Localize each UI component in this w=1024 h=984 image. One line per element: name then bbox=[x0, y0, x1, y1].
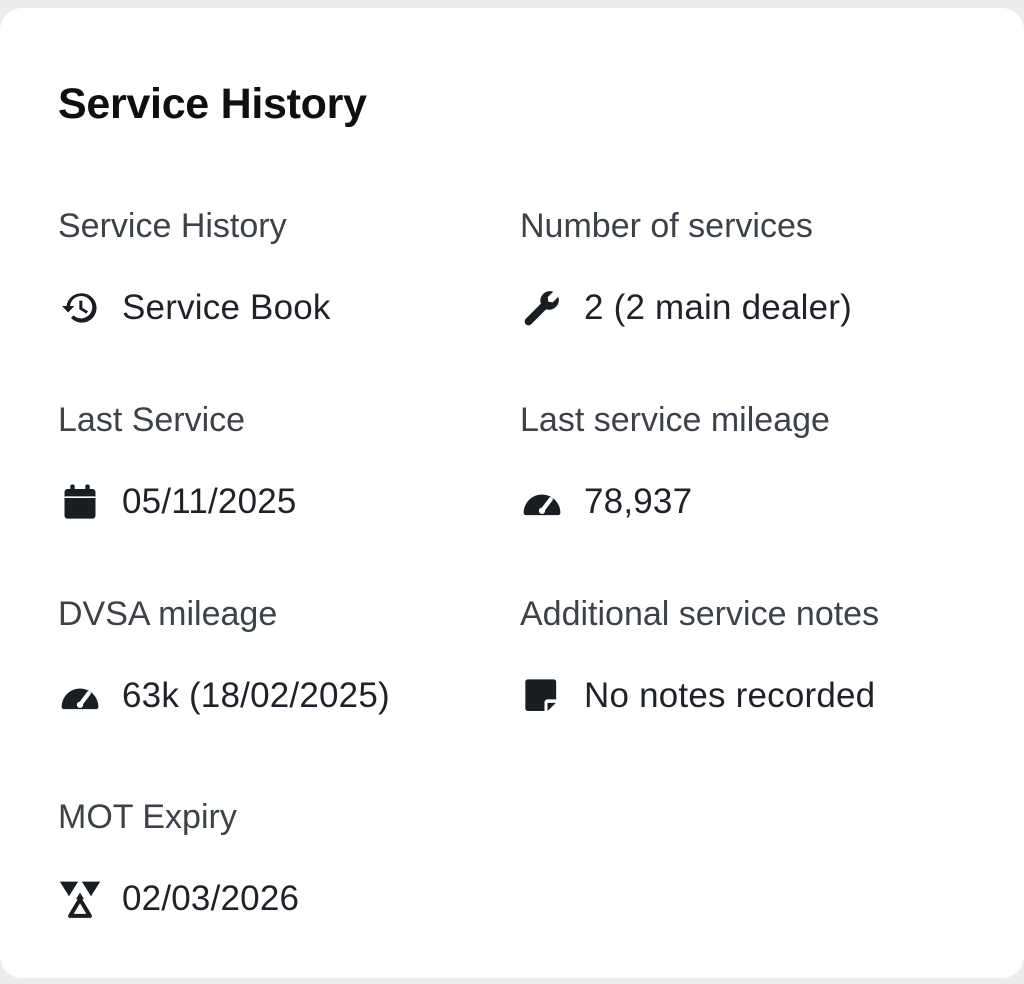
field-value: 2 (2 main dealer) bbox=[584, 288, 852, 327]
field-value: 63k (18/02/2025) bbox=[122, 676, 390, 715]
field-label: DVSA mileage bbox=[58, 595, 278, 633]
field-last-service: Last Service 05/11/2025 bbox=[58, 400, 498, 524]
field-value-row: 02/03/2026 bbox=[58, 877, 498, 921]
mot-triangles-icon bbox=[58, 877, 102, 921]
field-value-row: 63k (18/02/2025) bbox=[58, 674, 498, 718]
sticky-note-icon bbox=[520, 674, 564, 718]
field-label: Last Service bbox=[58, 401, 246, 439]
field-value: 78,937 bbox=[584, 482, 693, 521]
field-label: Service History bbox=[58, 207, 287, 245]
field-dvsa-mileage: DVSA mileage 63k (18/02/2025) bbox=[58, 594, 498, 718]
field-label: Last service mileage bbox=[520, 401, 830, 439]
field-value-row: Service Book bbox=[58, 286, 498, 330]
history-icon bbox=[58, 286, 102, 330]
speedometer-icon bbox=[520, 480, 564, 524]
field-value-row: 05/11/2025 bbox=[58, 480, 498, 524]
field-value: 05/11/2025 bbox=[122, 482, 297, 521]
field-value-row: No notes recorded bbox=[520, 674, 960, 718]
field-value: No notes recorded bbox=[584, 676, 876, 715]
speedometer-icon bbox=[58, 674, 102, 718]
wrench-icon bbox=[520, 286, 564, 330]
field-number-of-services: Number of services 2 (2 main dealer) bbox=[520, 206, 960, 330]
field-value-row: 2 (2 main dealer) bbox=[520, 286, 960, 330]
service-history-card: Service History Service History Service … bbox=[0, 8, 1024, 978]
field-value: 02/03/2026 bbox=[122, 879, 300, 918]
field-label: Number of services bbox=[520, 207, 813, 245]
field-mot-expiry: MOT Expiry 02/03/2026 bbox=[58, 797, 498, 921]
card-title: Service History bbox=[58, 80, 367, 128]
field-additional-service-notes: Additional service notes No notes record… bbox=[520, 594, 960, 718]
field-label: MOT Expiry bbox=[58, 798, 237, 836]
field-value-row: 78,937 bbox=[520, 480, 960, 524]
field-last-service-mileage: Last service mileage 78,937 bbox=[520, 400, 960, 524]
field-value: Service Book bbox=[122, 288, 331, 327]
field-label: Additional service notes bbox=[520, 595, 880, 633]
calendar-icon bbox=[58, 480, 102, 524]
field-service-history: Service History Service Book bbox=[58, 206, 498, 330]
